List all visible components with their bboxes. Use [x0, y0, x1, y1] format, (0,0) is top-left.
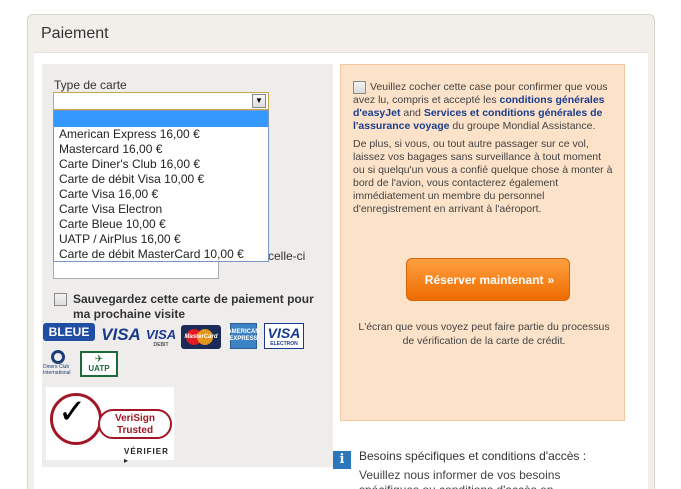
baggage-notice: De plus, si vous, ou tout autre passager…	[353, 138, 613, 215]
verisign-line1: VeriSign	[114, 413, 155, 424]
uatp-logo: ✈ UATP	[80, 351, 118, 377]
diners-club-logo: Diners Club International	[43, 350, 73, 376]
verisign-line2: Trusted	[116, 425, 154, 436]
terms-text-3: du groupe Mondial Assistance.	[449, 120, 596, 132]
dropdown-option[interactable]: Carte Visa Electron	[54, 202, 268, 217]
panel-title: Paiement	[41, 25, 109, 42]
dropdown-option[interactable]: UATP / AirPlus 16,00 €	[54, 232, 268, 247]
dropdown-option-blank[interactable]	[54, 111, 268, 127]
terms-text-2: and	[400, 107, 424, 119]
partially-hidden-label: celle-ci	[268, 249, 306, 263]
visa-debit-logo-text: VISA	[145, 326, 177, 342]
terms-text: Veuillez cocher cette case pour confirme…	[353, 81, 615, 221]
amex-logo-text: AMERICAN EXPRESS	[227, 329, 260, 342]
save-card-label: Sauvegardez cette carte de paiement pour…	[73, 292, 314, 321]
info-icon: i	[333, 451, 351, 469]
dropdown-option[interactable]: Mastercard 16,00 €	[54, 142, 268, 157]
dropdown-option[interactable]: Carte Diner's Club 16,00 €	[54, 157, 268, 172]
dropdown-option[interactable]: Carte Bleue 10,00 €	[54, 217, 268, 232]
visa-debit-logo-sub: DEBIT	[153, 341, 169, 348]
reserve-now-label: Réserver maintenant	[424, 272, 544, 287]
checkmark-icon: ✓	[58, 393, 87, 431]
verification-note: L'écran que vous voyez peut faire partie…	[358, 321, 610, 347]
dropdown-option[interactable]: Carte Visa 16,00 €	[54, 187, 268, 202]
dropdown-option[interactable]: Carte de débit Visa 10,00 €	[54, 172, 268, 187]
chevron-down-icon[interactable]: ▼	[252, 94, 266, 108]
amex-logo: AMERICAN EXPRESS	[227, 323, 260, 349]
visa-electron-logo: VISA ELECTRON	[264, 323, 304, 349]
special-needs-title: Besoins spécifiques et conditions d'accè…	[359, 449, 587, 463]
visa-logo: VISA	[101, 325, 141, 344]
cardholder-name-input[interactable]	[53, 260, 219, 279]
reserve-now-button[interactable]: Réserver maintenant »	[406, 258, 570, 301]
card-type-dropdown[interactable]: American Express 16,00 € Mastercard 16,0…	[53, 110, 269, 262]
carte-bleue-logo: BLEUE	[43, 323, 95, 341]
save-card-checkbox[interactable]	[54, 293, 67, 306]
verisign-pill: VeriSign Trusted	[98, 409, 172, 439]
dropdown-option[interactable]: American Express 16,00 €	[54, 127, 268, 142]
visa-electron-logo-text: VISA	[267, 325, 301, 341]
card-type-select[interactable]: ▼	[53, 92, 269, 110]
diners-club-logo-text: Diners Club International	[43, 364, 71, 376]
special-needs-text: Veuillez nous informer de vos besoins sp…	[359, 468, 561, 489]
visa-electron-logo-sub: ELECTRON	[270, 341, 298, 347]
mastercard-logo-text: MasterCard	[184, 334, 218, 340]
double-chevron-icon: »	[547, 272, 554, 287]
save-card-row: Sauvegardez cette carte de paiement pour…	[54, 292, 324, 322]
verisign-verify-link[interactable]: VÉRIFIER ▸	[124, 447, 174, 465]
terms-checkbox[interactable]	[353, 81, 366, 94]
verisign-seal[interactable]: ✓ VeriSign Trusted VÉRIFIER ▸	[45, 386, 175, 465]
uatp-logo-text: UATP	[88, 364, 110, 373]
dropdown-option[interactable]: Carte de débit MasterCard 10,00 €	[54, 247, 268, 262]
card-type-label: Type de carte	[54, 78, 127, 92]
mastercard-logo: MasterCard	[181, 325, 221, 349]
visa-debit-logo: VISA DEBIT	[144, 323, 178, 351]
